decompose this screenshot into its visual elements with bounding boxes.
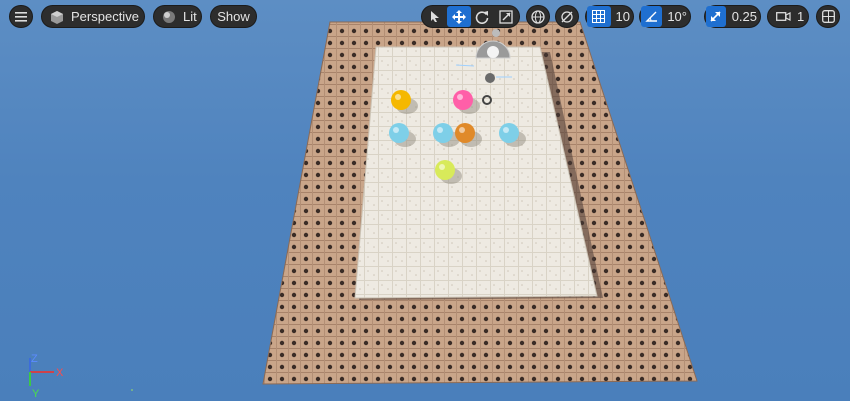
viewport-layout-button[interactable]: [816, 5, 840, 28]
cube-icon: [50, 10, 64, 24]
surface-snapping-button[interactable]: [555, 5, 579, 28]
viewport-menu-button[interactable]: [9, 5, 33, 28]
grid-snap-group: 10: [585, 5, 634, 28]
z-axis-label: Z: [31, 353, 38, 365]
axis-gizmo: Z X Y: [29, 353, 64, 400]
grid-icon: [592, 10, 606, 23]
yellow-candy-highlight: [395, 94, 401, 100]
translate-tool-button[interactable]: [446, 6, 471, 27]
yellow-candy[interactable]: [391, 90, 411, 110]
scale-snap-group: 0.25: [704, 5, 761, 28]
camera-icon: [776, 11, 791, 22]
perspective-button[interactable]: Perspective: [41, 5, 145, 28]
yellow-green-candy[interactable]: [435, 160, 455, 180]
angle-icon: [645, 10, 658, 23]
transform-tools: [421, 5, 520, 28]
camera-speed-value: 1: [797, 9, 805, 24]
show-label: Show: [217, 9, 250, 24]
blue-candy-2[interactable]: [433, 123, 453, 143]
orange-candy-basket-highlight: [459, 127, 465, 133]
pink-candy-highlight: [457, 94, 463, 100]
blue-candy-1-highlight: [393, 127, 399, 133]
orange-candy-basket[interactable]: [455, 123, 475, 143]
rotation-snap-value[interactable]: 10°: [665, 9, 689, 24]
scene: [131, 21, 698, 391]
move-arrows-icon: [451, 9, 466, 24]
perspective-label: Perspective: [71, 9, 139, 24]
cursor-icon: [430, 10, 440, 23]
pink-candy[interactable]: [453, 90, 473, 110]
scale-snap-value[interactable]: 0.25: [730, 9, 759, 24]
rotate-icon: [475, 10, 489, 24]
rotation-snap-group: 10°: [639, 5, 691, 28]
rotation-snap-toggle[interactable]: [641, 6, 663, 27]
blue-candy-2-highlight: [437, 127, 443, 133]
scale-snap-toggle[interactable]: [706, 6, 726, 27]
scale-snap-icon: [709, 10, 722, 23]
surface-snap-icon: [560, 10, 574, 24]
x-axis-label: X: [56, 367, 64, 379]
show-button[interactable]: Show: [210, 5, 257, 28]
globe-icon: [531, 9, 545, 24]
scale-tool-button[interactable]: [494, 6, 518, 27]
lit-label: Lit: [183, 9, 197, 24]
blue-candy-1[interactable]: [389, 123, 409, 143]
select-tool-button[interactable]: [423, 6, 447, 27]
lit-sphere-icon: [162, 10, 176, 24]
blue-candy-3-highlight: [503, 127, 509, 133]
scale-icon: [499, 9, 513, 24]
yellow-green-candy-highlight: [439, 164, 445, 170]
grid-snap-toggle[interactable]: [587, 6, 611, 27]
y-axis-label: Y: [32, 388, 40, 400]
grid-snap-value[interactable]: 10: [614, 9, 632, 24]
blue-candy-3[interactable]: [499, 123, 519, 143]
hamburger-icon: [15, 11, 27, 22]
layout-icon: [821, 10, 835, 23]
lit-button[interactable]: Lit: [153, 5, 202, 28]
world-local-toggle[interactable]: [526, 5, 550, 28]
rotate-tool-button[interactable]: [471, 6, 495, 27]
level-viewport[interactable]: Perspective Lit Show 10 10° 0.25 1 Z X Y: [0, 0, 850, 401]
camera-speed-button[interactable]: 1: [767, 5, 809, 28]
